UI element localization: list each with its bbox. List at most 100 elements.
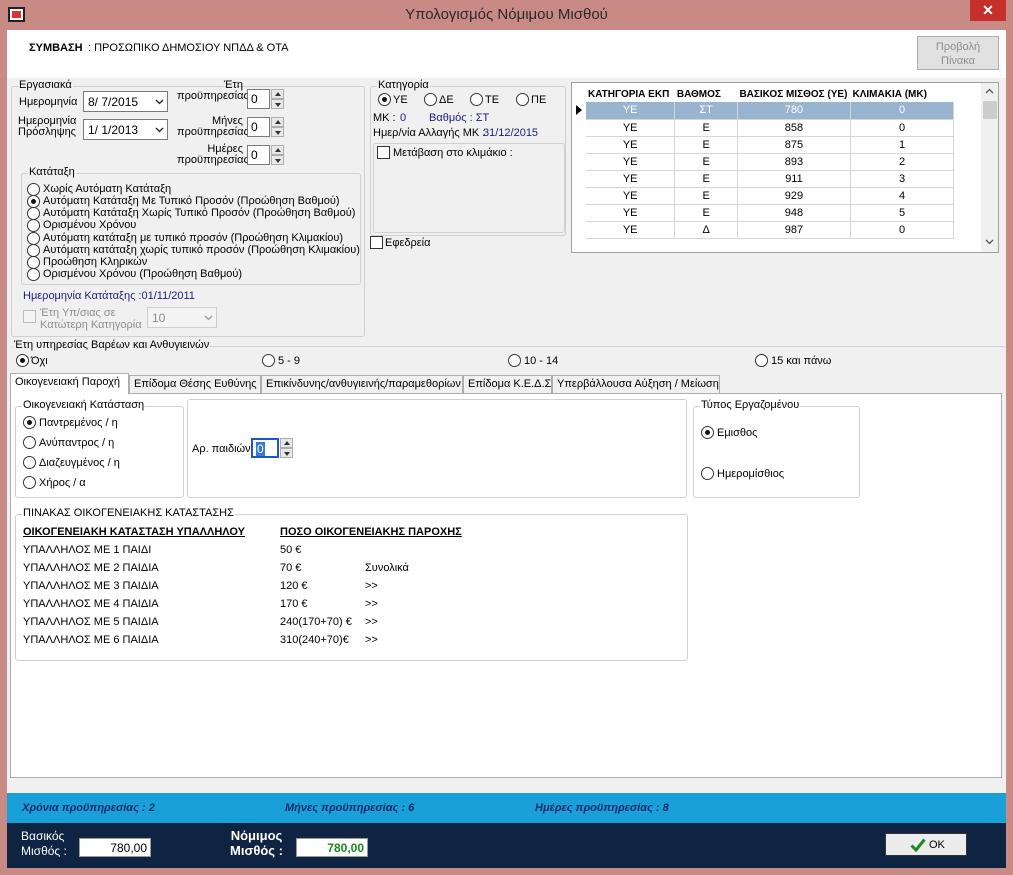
window-client: ΣΥΜΒΑΣΗ : ΠΡΟΣΩΠΙΚΟ ΔΗΜΟΣΙΟΥ ΝΠΔΔ & ΟΤΑ … [7, 30, 1006, 868]
hazard-label-15: 15 και πάνω [771, 355, 832, 367]
scroll-up-icon[interactable] [985, 88, 994, 94]
hazard-radio-15[interactable] [755, 354, 768, 367]
classification-label-5: Αυτόματη κατάταξη χωρίς τυπικό προσόν (Π… [43, 244, 360, 256]
table-row[interactable]: ΥΕ Ε 948 5 [586, 204, 954, 222]
classification-label-6: Προώθηση Κληρικών [43, 256, 148, 268]
family-radio-widowed[interactable] [23, 476, 36, 489]
family-radio-single[interactable] [23, 436, 36, 449]
chevron-down-icon [204, 315, 213, 321]
window-title: Υπολογισμός Νόμιμου Μισθού [405, 6, 608, 23]
cell-salary: 929 [737, 187, 852, 205]
legal-salary-label-1: Νόμιμος [230, 828, 283, 843]
category-radio-ye[interactable] [378, 93, 391, 106]
children-value-box[interactable]: 0 [251, 438, 279, 458]
table-row[interactable]: ΥΕ Ε 875 1 [586, 136, 954, 154]
grade-label: Βαθμός : ΣΤ [429, 112, 490, 124]
basic-salary-field: 780,00 [79, 838, 151, 857]
lower-years-checkbox[interactable] [23, 310, 36, 323]
hazard-label-5-9: 5 - 9 [278, 355, 301, 367]
stepper-up-icon[interactable] [271, 117, 284, 127]
stepper-down-icon[interactable] [271, 155, 284, 165]
tab-excess-increase[interactable]: Υπερβάλλουσα Αύξηση / Μείωση [552, 375, 720, 394]
hazard-label-no: Όχι [31, 355, 48, 367]
table-row[interactable]: ΥΕ Ε 893 2 [586, 153, 954, 171]
info-days: Ημέρες προϋπηρεσίας : 8 [535, 802, 669, 814]
category-radio-pe[interactable] [516, 93, 529, 106]
contract-label: ΣΥΜΒΑΣΗ [29, 42, 83, 54]
cell-salary: 911 [737, 170, 852, 188]
employee-radio-daily[interactable] [701, 467, 714, 480]
classification-date: Ημερομηνία Κατάταξης :01/11/2011 [23, 290, 195, 302]
table-row[interactable]: ΥΕ Δ 987 0 [586, 221, 954, 239]
transition-checkbox[interactable] [377, 146, 390, 159]
date-picker[interactable]: 8/ 7/2015 [83, 91, 168, 112]
salary-grid: ΚΑΤΗΓΟΡΙΑ ΕΚΠ ΒΑΘΜΟΣ ΒΑΣΙΚΟΣ ΜΙΣΘΟΣ (ΥΕ)… [571, 82, 999, 253]
years-stepper[interactable]: 0 [247, 89, 284, 109]
family-row-status: ΥΠΑΛΛΗΛΟΣ ΜΕ 5 ΠΑΙΔΙΑ [23, 616, 159, 628]
tab-family-benefit[interactable]: Οικογενειακή Παροχή [10, 373, 129, 394]
ok-button[interactable]: OK [885, 833, 967, 856]
classification-radio-3[interactable] [27, 219, 40, 232]
cell-grade: Ε [674, 187, 738, 205]
tab-hazard-allowance[interactable]: Επικίνδυνης/ανθυγιεινής/παραμεθορίων [261, 375, 463, 394]
employee-type-fieldset: Τύπος Εργαζομένου [693, 399, 860, 498]
cell-grade: Ε [674, 119, 738, 137]
transition-label: Μετάβαση στο κλιμάκιο : [393, 147, 513, 159]
months-stepper[interactable]: 0 [247, 117, 284, 137]
months-value[interactable]: 0 [247, 117, 270, 137]
chevron-down-icon [155, 127, 164, 133]
table-row[interactable]: ΥΕ Ε 858 0 [586, 119, 954, 137]
lower-years-select[interactable]: 10 [147, 307, 217, 328]
family-label-single: Ανύπαντρος / η [39, 437, 115, 449]
children-label: Αρ. παιδιών [192, 443, 251, 455]
employee-label-daily: Ημερομίσθιος [717, 468, 785, 480]
cell-grade: Ε [674, 170, 738, 188]
title-bar: Υπολογισμός Νόμιμου Μισθού ✕ [0, 0, 1013, 30]
table-row[interactable]: ΥΕ Ε 929 4 [586, 187, 954, 205]
hazard-radio-no[interactable] [16, 354, 29, 367]
stepper-up-icon[interactable] [271, 89, 284, 99]
table-row[interactable]: ΥΕ Ε 911 3 [586, 170, 954, 188]
days-value[interactable]: 0 [247, 145, 270, 165]
scroll-down-icon[interactable] [985, 239, 994, 245]
family-row-amount: 170 € [280, 598, 308, 610]
hire-date-picker[interactable]: 1/ 1/2013 [83, 119, 168, 140]
hazard-radio-5-9[interactable] [262, 354, 275, 367]
years-label-2: προϋπηρεσίας [177, 90, 249, 102]
stepper-down-icon[interactable] [271, 127, 284, 137]
basic-salary-label-1: Βασικός [21, 829, 65, 843]
days-stepper[interactable]: 0 [247, 145, 284, 165]
family-row-status: ΥΠΑΛΛΗΛΟΣ ΜΕ 6 ΠΑΙΔΙΑ [23, 634, 159, 646]
salary-rows: ΥΕ ΣΤ 780 0 ΥΕ Ε 858 0 ΥΕ Ε 875 1 ΥΕ Ε 893 2 ΥΕ Ε 911 3 ΥΕ Ε 9… [586, 102, 954, 239]
family-radio-married[interactable] [23, 416, 36, 429]
category-radio-de[interactable] [424, 93, 437, 106]
years-value[interactable]: 0 [247, 89, 270, 109]
tab-keds-allowance[interactable]: Επίδομα Κ.Ε.Δ.Σ [463, 375, 552, 394]
employee-radio-salaried[interactable] [701, 426, 714, 439]
tab-position-allowance[interactable]: Επίδομα Θέσης Ευθύνης [129, 375, 261, 394]
classification-radio-7[interactable] [27, 268, 40, 281]
view-table-label-2: Πίνακα [941, 55, 975, 67]
table-row[interactable]: ΥΕ ΣΤ 780 0 [586, 102, 954, 120]
category-label-de: ΔΕ [439, 94, 454, 106]
cell-grade: Ε [674, 204, 738, 222]
children-stepper[interactable]: 0 [251, 438, 294, 458]
classification-label-4: Αυτόματη κατάταξη με τυπικό προσόν (Προώ… [43, 232, 344, 244]
view-table-button[interactable]: Προβολή Πίνακα [917, 36, 999, 70]
cell-salary: 893 [737, 153, 852, 171]
category-radio-te[interactable] [470, 93, 483, 106]
scroll-thumb[interactable] [983, 101, 997, 119]
stepper-up-icon[interactable] [271, 145, 284, 155]
close-button[interactable]: ✕ [970, 0, 1006, 21]
stepper-down-icon[interactable] [280, 448, 293, 458]
grid-scrollbar[interactable] [981, 83, 998, 252]
hire-date-value: 1/ 1/2013 [88, 123, 139, 137]
days-label: Ημέρες προϋπηρεσίας [177, 144, 249, 166]
mk-change-label: Ημερ/νία Αλλαγής ΜΚ : [373, 127, 486, 139]
hazard-radio-10-14[interactable] [508, 354, 521, 367]
cell-step: 1 [850, 136, 954, 154]
reserve-checkbox[interactable] [370, 236, 383, 249]
family-radio-divorced[interactable] [23, 456, 36, 469]
stepper-down-icon[interactable] [271, 99, 284, 109]
stepper-up-icon[interactable] [280, 438, 293, 448]
